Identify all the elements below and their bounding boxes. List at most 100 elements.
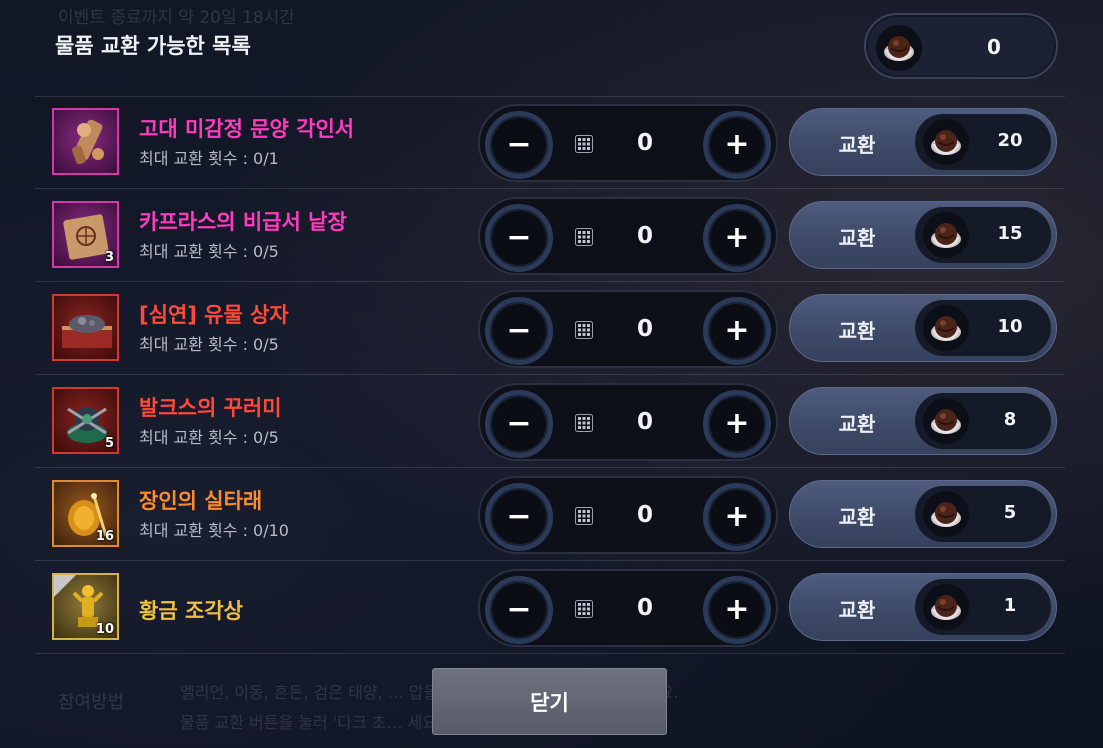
exchange-button[interactable]: 교환 1 [789, 573, 1057, 641]
exchange-cost: 15 [997, 223, 1023, 244]
keypad-icon[interactable] [575, 321, 593, 339]
cost-pill: 15 [915, 207, 1051, 263]
exchange-label: 교환 [838, 412, 876, 436]
quantity-value[interactable]: 0 [620, 409, 670, 435]
increase-button[interactable]: + [703, 483, 771, 551]
chocolate-icon [923, 584, 969, 630]
exchange-cost: 20 [997, 130, 1023, 151]
exchange-cost: 8 [1003, 409, 1017, 430]
currency-amount: 0 [987, 35, 1001, 59]
item-exchange-limit: 최대 교환 횟수 : 0/1 [139, 149, 279, 168]
quantity-value[interactable]: 0 [620, 595, 670, 621]
chocolate-icon [923, 119, 969, 165]
item-name: 발크스의 꾸러미 [139, 396, 282, 420]
decrease-button[interactable]: − [485, 111, 553, 179]
exchange-label: 교환 [838, 505, 876, 529]
list-item: 10 황금 조각상 − 0 + 교환 1 [35, 562, 1065, 654]
cost-pill: 20 [915, 114, 1051, 170]
scroll-jar-icon[interactable] [52, 108, 119, 175]
exchange-button[interactable]: 교환 5 [789, 480, 1057, 548]
cost-pill: 10 [915, 300, 1051, 356]
exchange-label: 교환 [838, 598, 876, 622]
minus-icon: − [506, 127, 532, 162]
chocolate-icon [923, 491, 969, 537]
quantity-stepper: − 0 + [478, 104, 778, 182]
increase-button[interactable]: + [703, 297, 771, 365]
plus-icon: + [724, 220, 750, 255]
thread-spool-icon[interactable]: 16 [52, 480, 119, 547]
exchange-button[interactable]: 교환 15 [789, 201, 1057, 269]
decrease-button[interactable]: − [485, 204, 553, 272]
keypad-icon[interactable] [575, 135, 593, 153]
item-exchange-limit: 최대 교환 횟수 : 0/5 [139, 242, 279, 261]
item-name: 고대 미감정 문양 각인서 [139, 117, 355, 141]
currency-balance: 0 [864, 13, 1058, 79]
increase-button[interactable]: + [703, 204, 771, 272]
header: 물품 교환 가능한 목록 0 [0, 0, 1103, 92]
exchange-cost: 10 [997, 316, 1023, 337]
decrease-button[interactable]: − [485, 576, 553, 644]
item-exchange-limit: 최대 교환 횟수 : 0/5 [139, 335, 279, 354]
keypad-icon[interactable] [575, 600, 593, 618]
quantity-value[interactable]: 0 [620, 502, 670, 528]
minus-icon: − [506, 220, 532, 255]
minus-icon: − [506, 499, 532, 534]
quantity-stepper: − 0 + [478, 197, 778, 275]
decrease-button[interactable]: − [485, 390, 553, 458]
item-name: 카프라스의 비급서 낱장 [139, 210, 347, 234]
quantity-stepper: − 0 + [478, 290, 778, 368]
exchange-label: 교환 [838, 319, 876, 343]
item-count: 16 [95, 529, 114, 544]
minus-icon: − [506, 592, 532, 627]
exchange-label: 교환 [838, 226, 876, 250]
exchange-cost: 5 [1003, 502, 1017, 523]
relic-box-icon[interactable] [52, 294, 119, 361]
increase-button[interactable]: + [703, 390, 771, 458]
exchange-cost: 1 [1003, 595, 1017, 616]
increase-button[interactable]: + [703, 111, 771, 179]
chocolate-icon [923, 305, 969, 351]
exchange-button[interactable]: 교환 8 [789, 387, 1057, 455]
item-exchange-limit: 최대 교환 횟수 : 0/10 [139, 521, 289, 540]
list-item: 5 발크스의 꾸러미 최대 교환 횟수 : 0/5 − 0 + 교환 8 [35, 376, 1065, 468]
parchment-icon[interactable]: 3 [52, 201, 119, 268]
exchange-button[interactable]: 교환 20 [789, 108, 1057, 176]
item-name: 황금 조각상 [139, 599, 243, 623]
golden-statue-icon[interactable]: 10 [52, 573, 119, 640]
chocolate-icon [876, 25, 922, 71]
plus-icon: + [724, 592, 750, 627]
exchange-label: 교환 [838, 133, 876, 157]
item-name: 장인의 실타래 [139, 489, 263, 513]
quantity-stepper: − 0 + [478, 569, 778, 647]
decrease-button[interactable]: − [485, 297, 553, 365]
keypad-icon[interactable] [575, 414, 593, 432]
keypad-icon[interactable] [575, 228, 593, 246]
list-item: 3 카프라스의 비급서 낱장 최대 교환 횟수 : 0/5 − 0 + 교환 1… [35, 190, 1065, 282]
keypad-icon[interactable] [575, 507, 593, 525]
cost-pill: 1 [915, 579, 1051, 635]
close-button[interactable]: 닫기 [432, 668, 667, 735]
item-exchange-limit: 최대 교환 횟수 : 0/5 [139, 428, 279, 447]
quantity-value[interactable]: 0 [620, 316, 670, 342]
bundle-icon[interactable]: 5 [52, 387, 119, 454]
exchange-button[interactable]: 교환 10 [789, 294, 1057, 362]
item-count: 10 [95, 622, 114, 637]
quantity-value[interactable]: 0 [620, 223, 670, 249]
quantity-value[interactable]: 0 [620, 130, 670, 156]
footer-ghost-heading: 참여방법 [58, 692, 125, 713]
plus-icon: + [724, 313, 750, 348]
plus-icon: + [724, 406, 750, 441]
chocolate-icon [923, 212, 969, 258]
cost-pill: 5 [915, 486, 1051, 542]
decrease-button[interactable]: − [485, 483, 553, 551]
cost-pill: 8 [915, 393, 1051, 449]
plus-icon: + [724, 127, 750, 162]
item-count: 3 [104, 250, 114, 265]
list-item: [심연] 유물 상자 최대 교환 횟수 : 0/5 − 0 + 교환 10 [35, 283, 1065, 375]
chocolate-icon [923, 398, 969, 444]
plus-icon: + [724, 499, 750, 534]
item-name: [심연] 유물 상자 [139, 303, 289, 327]
list-item: 16 장인의 실타래 최대 교환 횟수 : 0/10 − 0 + 교환 5 [35, 469, 1065, 561]
increase-button[interactable]: + [703, 576, 771, 644]
quantity-stepper: − 0 + [478, 476, 778, 554]
